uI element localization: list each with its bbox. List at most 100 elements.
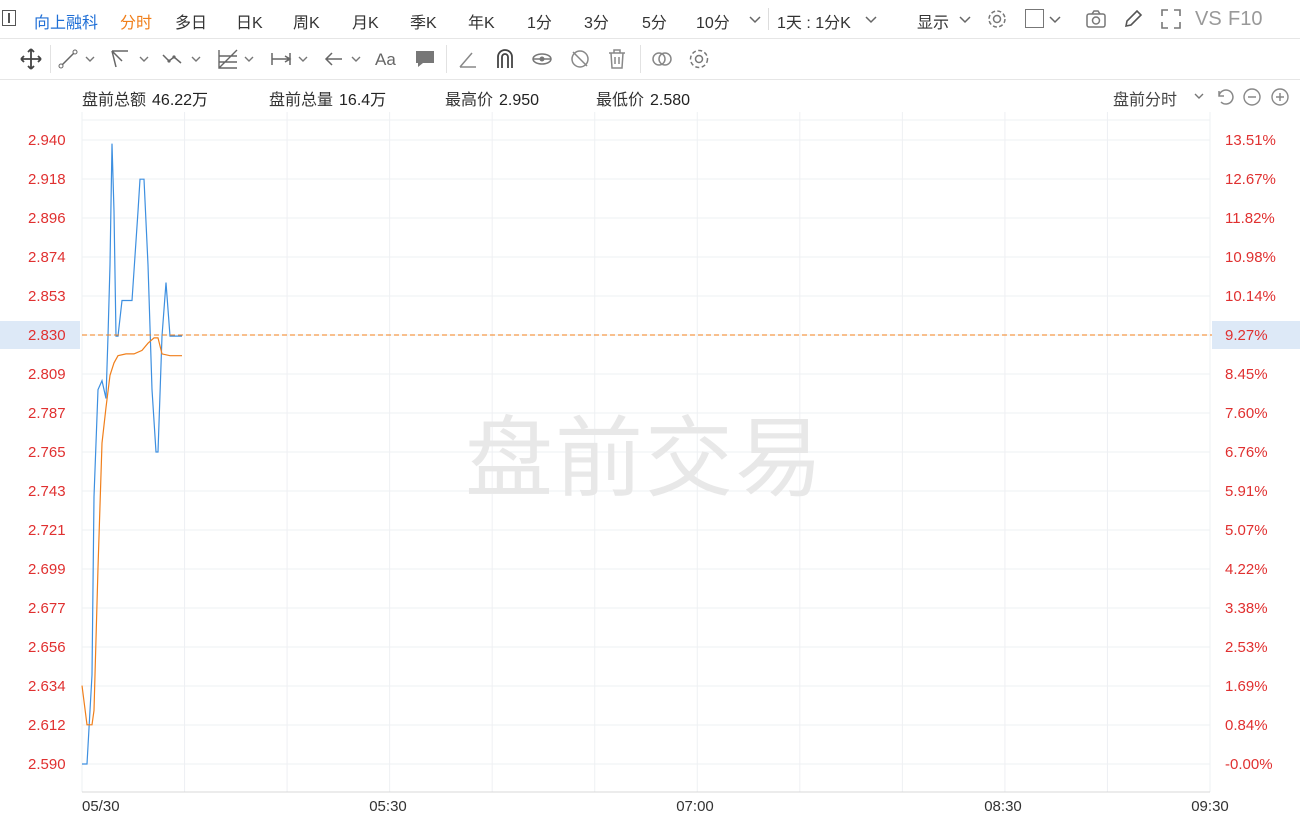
y-tick-label: 2.765 [28,444,66,461]
tab-multiday[interactable]: 多日 [175,9,207,33]
text-tool-icon[interactable]: Aa [374,47,398,71]
tab-quarterly-k[interactable]: 季K [410,9,437,33]
premarket-volume-value: 16.4万 [339,92,387,109]
camera-icon[interactable] [1085,8,1107,30]
gear-icon[interactable] [986,8,1008,30]
current-price-label: 2.830 [28,327,66,344]
y-pct-tick-label: 11.82% [1225,210,1275,227]
move-icon[interactable] [19,47,43,71]
y-tick-label: 2.612 [28,717,66,734]
price-chart[interactable]: 盘前交易 2.940 2.918 2.896 2.874 2.853 2.830 2.809… [0,112,1300,831]
trash-icon[interactable] [605,47,629,71]
settings-icon[interactable] [687,47,711,71]
y-pct-tick-label: 5.91% [1225,483,1268,500]
tab-10min[interactable]: 10分 [696,9,730,33]
fullscreen-icon[interactable] [1160,8,1182,30]
y-pct-tick-label: 2.53% [1225,639,1268,656]
overlay-compare-icon[interactable] [650,47,674,71]
watermark: 盘前交易 [465,409,825,508]
y-tick-label: 2.896 [28,210,66,227]
chevron-down-icon[interactable] [864,12,878,26]
chevron-down-icon[interactable] [297,53,309,65]
angle-tool-icon[interactable] [456,47,480,71]
tab-1min[interactable]: 1分 [527,9,552,33]
divider [50,45,51,73]
lock-tool-icon[interactable] [530,47,554,71]
tab-daily-k[interactable]: 日K [236,9,263,33]
y-tick-label: 2.590 [28,756,66,773]
x-tick-label: 05:30 [369,798,407,815]
channel-tool-icon[interactable] [108,47,132,71]
y-pct-tick-label: 0.84% [1225,717,1268,734]
undo-icon[interactable] [1215,87,1235,107]
zoom-in-icon[interactable] [1270,87,1290,107]
magnet-icon[interactable] [493,47,517,71]
range-select[interactable]: 1天 : 1分K [777,9,851,33]
fibonacci-tool-icon[interactable] [216,47,240,71]
x-tick-label: 08:30 [984,798,1022,815]
low-price-value: 2.580 [650,92,691,109]
y-pct-tick-label: 10.98% [1225,249,1276,266]
chevron-down-icon[interactable] [1193,90,1205,102]
low-price-label: 最低价 [596,92,645,109]
y-tick-label: 2.677 [28,600,66,617]
panel-toggle-bar [8,13,10,23]
line-tool-icon[interactable] [56,47,80,71]
svg-text:Aa: Aa [375,50,396,69]
y-pct-tick-label: 3.38% [1225,600,1268,617]
mode-select[interactable]: 盘前分时 [1113,86,1177,110]
wave-tool-icon[interactable] [161,47,185,71]
zoom-out-icon[interactable] [1242,87,1262,107]
y-tick-label: 2.809 [28,366,66,383]
chevron-down-icon[interactable] [958,12,972,26]
chevron-down-icon[interactable] [350,53,362,65]
y-tick-label: 2.940 [28,132,66,149]
price-line [82,143,182,765]
stats-row: 盘前总额 46.22万 盘前总量 16.4万 最高价 2.950 最低价 2.580 盘… [0,80,1300,112]
tab-yearly-k[interactable]: 年K [468,9,495,33]
y-tick-label: 2.656 [28,639,66,656]
chevron-down-icon[interactable] [243,53,255,65]
y-tick-label: 2.743 [28,483,66,500]
y-pct-tick-label: 10.14% [1225,288,1276,305]
average-line [81,337,182,726]
premarket-amount-value: 46.22万 [152,92,209,109]
stock-name[interactable]: 向上融科 [34,9,98,33]
pencil-icon[interactable] [1122,8,1144,30]
drawing-toolbar: Aa [0,39,1300,80]
display-menu[interactable]: 显示 [917,9,949,33]
chevron-down-icon[interactable] [748,12,762,26]
high-price: 最高价 2.950 [445,86,539,110]
y-tick-label: 2.634 [28,678,66,695]
y-tick-label: 2.874 [28,249,66,266]
y-axis-left: 2.940 2.918 2.896 2.874 2.853 2.830 2.809 2.787… [28,132,66,773]
y-pct-tick-label: -0.00% [1225,756,1273,773]
y-pct-tick-label: 7.60% [1225,405,1268,422]
tab-5min[interactable]: 5分 [642,9,667,33]
y-tick-label: 2.721 [28,522,66,539]
premarket-amount: 盘前总额 46.22万 [82,86,208,110]
measure-tool-icon[interactable] [269,47,293,71]
high-price-label: 最高价 [445,92,494,109]
arrow-tool-icon[interactable] [322,47,346,71]
y-pct-tick-label: 5.07% [1225,522,1268,539]
tab-monthly-k[interactable]: 月K [352,9,379,33]
x-tick-label: 05/30 [82,798,120,815]
chevron-down-icon[interactable] [84,53,96,65]
tab-weekly-k[interactable]: 周K [293,9,320,33]
vs-button[interactable]: VS [1195,8,1222,31]
y-tick-label: 2.699 [28,561,66,578]
chevron-down-icon[interactable] [1048,12,1062,26]
comment-icon[interactable] [413,47,437,71]
color-square-icon[interactable] [1025,9,1044,28]
x-axis: 05/30 05:30 07:00 08:30 09:30 [82,798,1229,815]
low-price: 最低价 2.580 [596,86,690,110]
current-pct-label: 9.27% [1225,327,1268,344]
chevron-down-icon[interactable] [190,53,202,65]
premarket-amount-label: 盘前总额 [82,92,147,109]
tab-3min[interactable]: 3分 [584,9,609,33]
hide-icon[interactable] [568,47,592,71]
tab-timeshare[interactable]: 分时 [120,9,152,33]
chevron-down-icon[interactable] [138,53,150,65]
f10-button[interactable]: F10 [1228,8,1262,31]
